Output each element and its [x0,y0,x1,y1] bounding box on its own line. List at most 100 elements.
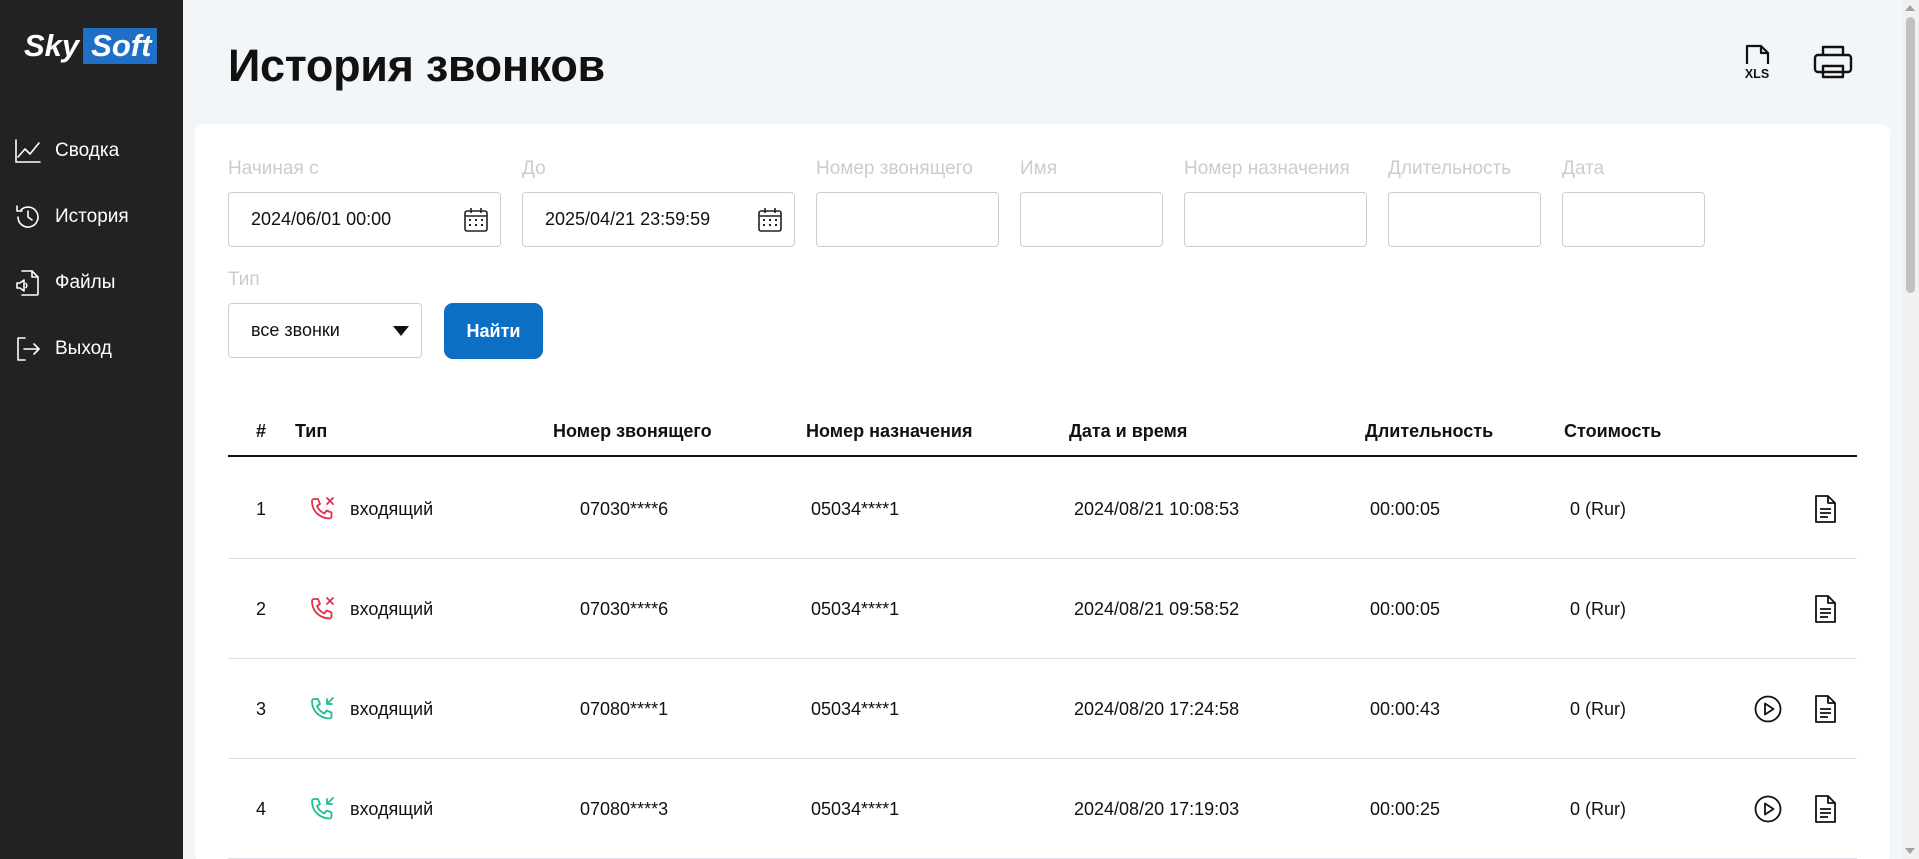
table-row[interactable]: 4 входящий 07080****3 05034****1 2024/08… [228,759,1857,859]
sidebar-item-label: Файлы [55,272,116,293]
name-label: Имя [1020,158,1058,179]
sidebar-item-history[interactable]: История [0,184,183,250]
caret-down-icon [393,326,409,336]
call-datetime: 2024/08/21 09:58:52 [1074,599,1240,619]
call-type: входящий [350,699,434,719]
page-scrollbar[interactable] [1902,0,1919,859]
history-icon [16,205,39,228]
print-button[interactable] [1811,40,1855,84]
audio-file-icon [16,270,39,296]
column-header-cost: Стоимость [1564,421,1662,441]
column-header-duration: Длительность [1365,421,1494,441]
call-duration: 00:00:25 [1370,799,1441,819]
missed-call-icon [311,597,334,620]
row-number: 3 [256,699,267,719]
call-type: входящий [350,799,434,819]
call-datetime: 2024/08/20 17:19:03 [1074,799,1240,819]
main-card: Начиная с До Номер звонящего Имя Номер н… [195,124,1890,859]
destination-number-input[interactable] [1184,192,1367,247]
row-number: 2 [256,599,267,619]
sidebar-item-files[interactable]: Файлы [0,250,183,316]
incoming-call-icon [311,797,334,820]
date-label: Дата [1562,158,1605,179]
duration-label: Длительность [1388,158,1512,179]
from-date-value: 2024/06/01 00:00 [251,209,392,229]
incoming-call-icon [311,697,334,720]
table-row[interactable]: 1 входящий 07030****6 05034****1 2024/08… [228,459,1857,559]
logo-soft: Soft [83,28,158,64]
call-cost: 0 (Rur) [1570,699,1627,719]
table-row[interactable]: 2 входящий 07030****6 05034****1 2024/08… [228,559,1857,659]
call-cost: 0 (Rur) [1570,499,1627,519]
call-datetime: 2024/08/20 17:24:58 [1074,699,1240,719]
details-document-icon[interactable] [1809,793,1841,825]
caller-number: 07080****1 [580,699,669,719]
table-header: # Тип Номер звонящего Номер назначения Д… [228,408,1857,457]
row-number: 4 [256,799,267,819]
caller-number: 07030****6 [580,499,669,519]
chart-line-icon [15,139,41,163]
xls-label: XLS [1745,67,1769,81]
missed-call-icon [311,497,334,520]
sidebar-item-label: Выход [55,338,112,359]
caller-number: 07080****3 [580,799,669,819]
column-header-number: # [256,421,267,441]
sidebar-item-summary[interactable]: Сводка [0,118,183,184]
to-date-label: До [522,158,546,179]
sidebar-item-label: Сводка [55,140,120,161]
calendar-icon[interactable] [462,206,490,234]
details-document-icon[interactable] [1809,693,1841,725]
play-recording-icon[interactable] [1752,693,1784,725]
call-duration: 00:00:05 [1370,599,1441,619]
call-cost: 0 (Rur) [1570,799,1627,819]
details-document-icon[interactable] [1809,493,1841,525]
scroll-up-arrow-icon[interactable] [1905,5,1915,11]
sidebar-item-logout[interactable]: Выход [0,316,183,382]
row-number: 1 [256,499,267,519]
call-cost: 0 (Rur) [1570,599,1627,619]
printer-icon [1813,45,1853,79]
sidebar: Sky Soft Сводка История Файлы Выход [0,0,183,859]
destination-number: 05034****1 [811,799,900,819]
call-duration: 00:00:43 [1370,699,1441,719]
to-date-value: 2025/04/21 23:59:59 [545,209,711,229]
caller-number-input[interactable] [816,192,999,247]
name-input[interactable] [1020,192,1163,247]
destination-number: 05034****1 [811,699,900,719]
from-date-label: Начиная с [228,158,319,179]
page-title: История звонков [228,40,605,91]
date-input[interactable] [1562,192,1705,247]
destination-number: 05034****1 [811,599,900,619]
xls-file-icon: XLS [1745,44,1769,81]
column-header-type: Тип [295,421,328,441]
column-header-datetime: Дата и время [1069,421,1188,441]
call-type: входящий [350,599,434,619]
logout-icon [17,337,40,361]
scroll-thumb[interactable] [1906,17,1915,293]
details-document-icon[interactable] [1809,593,1841,625]
type-label: Тип [228,269,260,290]
export-xls-button[interactable]: XLS [1735,40,1779,84]
caller-number: 07030****6 [580,599,669,619]
search-button[interactable]: Найти [444,303,543,359]
call-type-select[interactable]: все звонки [228,303,422,358]
from-date-input[interactable]: 2024/06/01 00:00 [228,192,501,247]
sidebar-item-label: История [55,206,129,227]
call-duration: 00:00:05 [1370,499,1441,519]
destination-number: 05034****1 [811,499,900,519]
to-date-input[interactable]: 2025/04/21 23:59:59 [522,192,795,247]
call-datetime: 2024/08/21 10:08:53 [1074,499,1240,519]
scroll-down-arrow-icon[interactable] [1905,848,1915,854]
call-type: входящий [350,499,434,519]
sidebar-nav: Сводка История Файлы Выход [0,118,183,382]
play-recording-icon[interactable] [1752,793,1784,825]
calendar-icon[interactable] [756,206,784,234]
column-header-caller: Номер звонящего [553,421,712,441]
table-row[interactable]: 3 входящий 07080****1 05034****1 2024/08… [228,659,1857,759]
duration-input[interactable] [1388,192,1541,247]
column-header-destination: Номер назначения [806,421,973,441]
call-type-value: все звонки [251,320,340,340]
caller-number-label: Номер звонящего [816,158,973,179]
logo-sky: Sky [24,28,80,63]
logo[interactable]: Sky Soft [24,28,158,64]
